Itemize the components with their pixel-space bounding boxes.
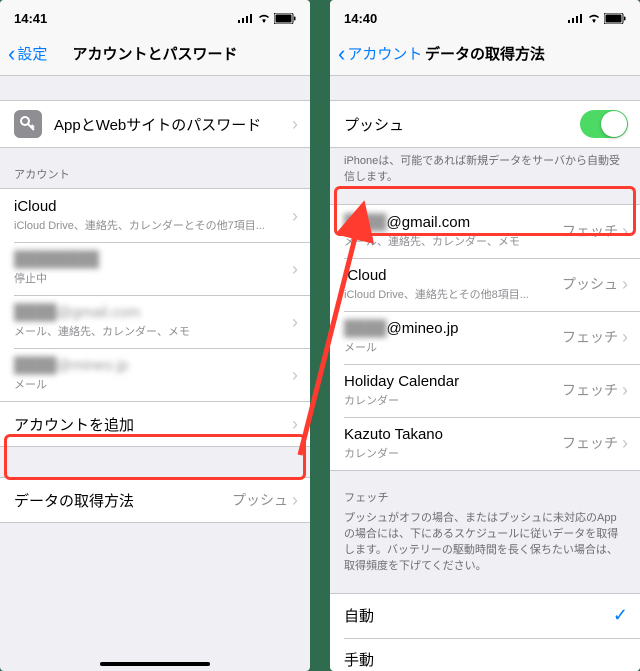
push-footer: iPhoneは、可能であれば新規データをサーバから自動受信します。	[330, 148, 640, 196]
home-indicator	[100, 662, 210, 666]
battery-icon	[274, 13, 296, 24]
chevron-right-icon: ›	[292, 313, 298, 331]
account-sub: メール	[14, 376, 292, 392]
chevron-right-icon: ›	[622, 328, 628, 346]
fetch-header: フェッチ	[330, 471, 640, 511]
battery-icon	[604, 13, 626, 24]
push-toggle[interactable]	[580, 110, 628, 138]
account-title: ████@gmail.com	[14, 304, 292, 321]
chevron-right-icon: ›	[292, 415, 298, 433]
account-title: iCloud	[344, 267, 562, 284]
chevron-right-icon: ›	[622, 275, 628, 293]
schedule-option[interactable]: 自動✓	[330, 594, 640, 638]
status-bar: 14:40	[330, 0, 640, 32]
account-sub: カレンダー	[344, 392, 562, 408]
chevron-right-icon: ›	[622, 434, 628, 452]
account-title: ████@mineo.jp	[344, 320, 562, 337]
chevron-right-icon: ›	[622, 381, 628, 399]
chevron-right-icon: ›	[292, 260, 298, 278]
passwords-label: AppとWebサイトのパスワード	[54, 114, 292, 135]
status-time: 14:41	[14, 11, 47, 26]
back-label: 設定	[17, 43, 47, 64]
account-sub: iCloud Drive、連絡先、カレンダーとその他7項目...	[14, 217, 292, 233]
back-button[interactable]: ‹ アカウント	[338, 43, 422, 65]
account-value: フェッチ	[562, 433, 618, 453]
chevron-right-icon: ›	[292, 366, 298, 384]
account-row[interactable]: ████@mineo.jp メール›	[0, 348, 310, 401]
chevron-right-icon: ›	[292, 115, 298, 133]
nav-bar: ‹ アカウント データの取得方法	[330, 32, 640, 76]
account-title: Kazuto Takano	[344, 426, 562, 443]
checkmark-icon: ✓	[613, 605, 628, 626]
add-account-row[interactable]: アカウントを追加 ›	[0, 402, 310, 446]
wifi-icon	[587, 13, 601, 23]
account-sub: メール、連絡先、カレンダー、メモ	[14, 323, 292, 339]
signal-icon	[238, 13, 254, 23]
account-value: フェッチ	[562, 221, 618, 241]
right-content: プッシュ iPhoneは、可能であれば新規データをサーバから自動受信します。 █…	[330, 76, 640, 671]
chevron-left-icon: ‹	[8, 43, 15, 65]
account-sub: iCloud Drive、連絡先とその他8項目...	[344, 286, 562, 302]
account-title: ████████	[14, 251, 292, 268]
account-value: フェッチ	[562, 327, 618, 347]
fetch-settings-row[interactable]: データの取得方法 プッシュ ›	[0, 478, 310, 522]
chevron-right-icon: ›	[292, 491, 298, 509]
status-indicators	[568, 13, 626, 24]
fetch-footer: プッシュがオフの場合、またはプッシュに未対応のAppの場合には、下にあるスケジュ…	[330, 511, 640, 585]
account-row[interactable]: ████@mineo.jp メールフェッチ›	[330, 311, 640, 364]
left-phone: 14:41 ‹ 設定 アカウントとパスワード AppとWebサイトのパ	[0, 0, 310, 671]
left-content: AppとWebサイトのパスワード › アカウント iCloud iCloud Dr…	[0, 76, 310, 671]
right-phone: 14:40 ‹ アカウント データの取得方法 プッシュ iPhoneは、可	[330, 0, 640, 671]
account-title: Holiday Calendar	[344, 373, 562, 390]
schedule-label: 手動	[344, 649, 628, 670]
schedule-option[interactable]: 手動	[330, 638, 640, 671]
chevron-left-icon: ‹	[338, 43, 345, 65]
fetch-settings-label: データの取得方法	[14, 490, 232, 511]
add-account-label: アカウントを追加	[14, 414, 292, 435]
account-row[interactable]: iCloud iCloud Drive、連絡先、カレンダーとその他7項目...›	[0, 189, 310, 242]
account-row[interactable]: iCloud iCloud Drive、連絡先とその他8項目...プッシュ›	[330, 258, 640, 311]
fetch-settings-value: プッシュ	[232, 490, 288, 510]
schedule-label: 自動	[344, 605, 613, 626]
account-row[interactable]: Holiday Calendar カレンダーフェッチ›	[330, 364, 640, 417]
account-row[interactable]: ████@gmail.com メール、連絡先、カレンダー、メモ›	[0, 295, 310, 348]
back-button[interactable]: ‹ 設定	[8, 43, 47, 65]
chevron-right-icon: ›	[622, 222, 628, 240]
back-label: アカウント	[347, 43, 422, 64]
account-value: プッシュ	[562, 274, 618, 294]
account-title: ████@mineo.jp	[14, 357, 292, 374]
account-title: iCloud	[14, 198, 292, 215]
wifi-icon	[257, 13, 271, 23]
account-row[interactable]: Kazuto Takano カレンダーフェッチ›	[330, 417, 640, 470]
passwords-row[interactable]: AppとWebサイトのパスワード ›	[0, 101, 310, 147]
account-title: ████@gmail.com	[344, 214, 562, 231]
status-time: 14:40	[344, 11, 377, 26]
accounts-header: アカウント	[0, 148, 310, 188]
account-sub: メール、連絡先、カレンダー、メモ	[344, 233, 562, 249]
key-icon	[14, 110, 42, 138]
push-toggle-row[interactable]: プッシュ	[330, 101, 640, 147]
account-row[interactable]: ████@gmail.com メール、連絡先、カレンダー、メモフェッチ›	[330, 205, 640, 258]
chevron-right-icon: ›	[292, 207, 298, 225]
account-row[interactable]: ████████ 停止中›	[0, 242, 310, 295]
account-sub: メール	[344, 339, 562, 355]
nav-bar: ‹ 設定 アカウントとパスワード	[0, 32, 310, 76]
signal-icon	[568, 13, 584, 23]
status-indicators	[238, 13, 296, 24]
push-label: プッシュ	[344, 114, 580, 135]
account-value: フェッチ	[562, 380, 618, 400]
account-sub: カレンダー	[344, 445, 562, 461]
account-sub: 停止中	[14, 270, 292, 286]
status-bar: 14:41	[0, 0, 310, 32]
